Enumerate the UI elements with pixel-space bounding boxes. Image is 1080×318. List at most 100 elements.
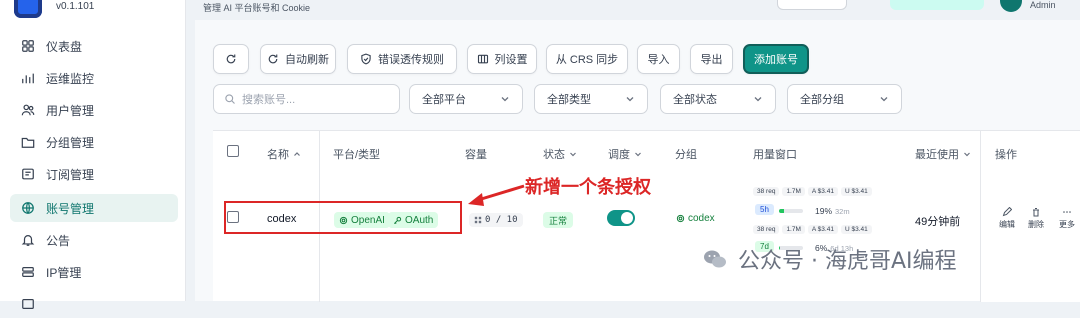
- more-icon: [1063, 211, 1071, 213]
- header-ops: 操作: [995, 149, 1017, 161]
- error-rules-label: 错误透传规则: [378, 54, 444, 66]
- status-select[interactable]: 全部状态: [660, 84, 776, 114]
- usage-pct-value: 19%: [815, 206, 833, 216]
- recent-used: 49分钟前: [915, 216, 961, 228]
- header-status[interactable]: 状态: [543, 146, 577, 162]
- refresh-button[interactable]: [213, 44, 249, 74]
- columns-button[interactable]: 列设置: [467, 44, 537, 74]
- ops-column: 操作 编辑 删除 更多: [980, 131, 1080, 302]
- shield-icon: [361, 53, 371, 65]
- search-icon: [225, 94, 235, 104]
- capacity-text: 0 / 10: [485, 215, 518, 225]
- usage-tokens: 1.7M: [782, 225, 805, 234]
- header-recent-label: 最近使用: [915, 149, 959, 161]
- bell-icon: [20, 232, 36, 248]
- select-all-checkbox[interactable]: [227, 145, 239, 157]
- watermark-text: 公众号 · 海虎哥AI编程: [738, 249, 957, 274]
- sidebar-item-groups[interactable]: 分组管理: [10, 128, 178, 156]
- chevron-down-icon: [501, 97, 509, 102]
- sidebar-item-ip[interactable]: IP管理: [10, 258, 178, 286]
- export-button[interactable]: 导出: [690, 44, 733, 74]
- header-name[interactable]: 名称: [267, 146, 301, 162]
- user-name: Admin: [1030, 0, 1056, 10]
- sidebar-item-label: 用户管理: [46, 103, 95, 118]
- group-select[interactable]: 全部分组: [787, 84, 902, 114]
- sync-icon: [268, 54, 278, 64]
- sort-up-icon: [294, 152, 300, 156]
- sidebar: v0.1.101 仪表盘 运维监控 用户管理 分组管理 订阅管理 账号管理 公告…: [0, 0, 186, 309]
- status-select-value: 全部状态: [673, 94, 717, 106]
- more-button[interactable]: 更多: [1059, 207, 1075, 230]
- usage-reset: 32m: [835, 207, 850, 216]
- chevron-down-icon: [964, 152, 970, 157]
- avatar[interactable]: [1000, 0, 1022, 12]
- columns-label: 列设置: [494, 54, 528, 66]
- usage-bar-5h: [779, 209, 803, 213]
- globe-icon: [20, 200, 36, 216]
- sidebar-item-announcements[interactable]: 公告: [10, 226, 178, 254]
- export-label: 导出: [700, 54, 723, 66]
- group-select-value: 全部分组: [800, 94, 844, 106]
- sidebar-item-label: 公告: [46, 233, 71, 248]
- edit-icon: [1002, 207, 1012, 217]
- header-recent[interactable]: 最近使用: [915, 146, 971, 162]
- type-select[interactable]: 全部类型: [534, 84, 648, 114]
- chevron-down-icon: [570, 152, 576, 157]
- chart-icon: [20, 70, 36, 86]
- refresh-icon: [226, 54, 236, 64]
- header-status-label: 状态: [543, 149, 565, 161]
- folder-icon: [20, 134, 36, 150]
- trash-icon: [1033, 208, 1039, 217]
- columns-icon: [477, 54, 488, 64]
- more-label: 更多: [1059, 220, 1075, 229]
- chevron-down-icon: [754, 97, 762, 102]
- import-button[interactable]: 导入: [637, 44, 680, 74]
- delete-button[interactable]: 删除: [1028, 207, 1044, 230]
- sidebar-item-users[interactable]: 用户管理: [10, 96, 178, 124]
- dashboard-icon: [20, 38, 36, 54]
- search-placeholder: 搜索账号...: [242, 94, 296, 106]
- usage-u-cost: U $3.41: [840, 187, 872, 196]
- auto-refresh-label: 自动刷新: [285, 54, 329, 66]
- schedule-toggle[interactable]: [607, 210, 635, 226]
- usage-u-cost: U $3.41: [840, 225, 872, 234]
- edit-button[interactable]: 编辑: [999, 207, 1015, 230]
- add-account-button[interactable]: 添加账号: [743, 44, 809, 74]
- sidebar-item-label: 订阅管理: [46, 167, 95, 182]
- platform-select[interactable]: 全部平台: [409, 84, 523, 114]
- auto-refresh-button[interactable]: 自动刷新: [260, 44, 336, 74]
- watermark: 公众号 · 海虎哥AI编程: [702, 243, 957, 275]
- header-usage: 用量窗口: [753, 149, 797, 161]
- crs-sync-button[interactable]: 从 CRS 同步: [546, 44, 628, 74]
- usage-stats-5h: 38 req 1.7M A $3.41 U $3.41: [753, 187, 872, 196]
- sidebar-item-label: 账号管理: [46, 201, 95, 216]
- capacity-value: 0 / 10: [469, 213, 523, 227]
- error-rules-button[interactable]: 错误透传规则: [347, 44, 457, 74]
- sidebar-item-monitor[interactable]: 运维监控: [10, 64, 178, 92]
- sidebar-item-subscriptions[interactable]: 订阅管理: [10, 160, 178, 188]
- usage-a-cost: A $3.41: [807, 225, 838, 234]
- platform-select-value: 全部平台: [422, 94, 466, 106]
- sidebar-item-label: 运维监控: [46, 71, 95, 86]
- usage-bar-fill: [779, 209, 784, 213]
- header-schedule[interactable]: 调度: [608, 146, 642, 162]
- app-logo[interactable]: [14, 0, 42, 18]
- header-group: 分组: [675, 149, 697, 161]
- search-input[interactable]: 搜索账号...: [213, 84, 400, 114]
- import-label: 导入: [647, 54, 670, 66]
- usage-req: 38 req: [753, 225, 780, 234]
- annotation-arrow-icon: [468, 184, 525, 206]
- sidebar-item-dashboard[interactable]: 仪表盘: [10, 32, 178, 60]
- menu-icon: [20, 296, 36, 312]
- usage-stats-7d: 38 req 1.7M A $3.41 U $3.41: [753, 225, 872, 234]
- openai-icon: [676, 214, 685, 223]
- sidebar-item-label: 分组管理: [46, 135, 95, 150]
- header-indicator[interactable]: [777, 0, 847, 10]
- server-icon: [20, 264, 36, 280]
- toggle-knob: [621, 212, 633, 224]
- sidebar-item-partial[interactable]: [10, 290, 178, 318]
- balance-badge[interactable]: [890, 0, 984, 10]
- grid-icon: [474, 216, 482, 224]
- sidebar-item-accounts[interactable]: 账号管理: [10, 194, 178, 222]
- sidebar-item-label: 仪表盘: [46, 39, 83, 54]
